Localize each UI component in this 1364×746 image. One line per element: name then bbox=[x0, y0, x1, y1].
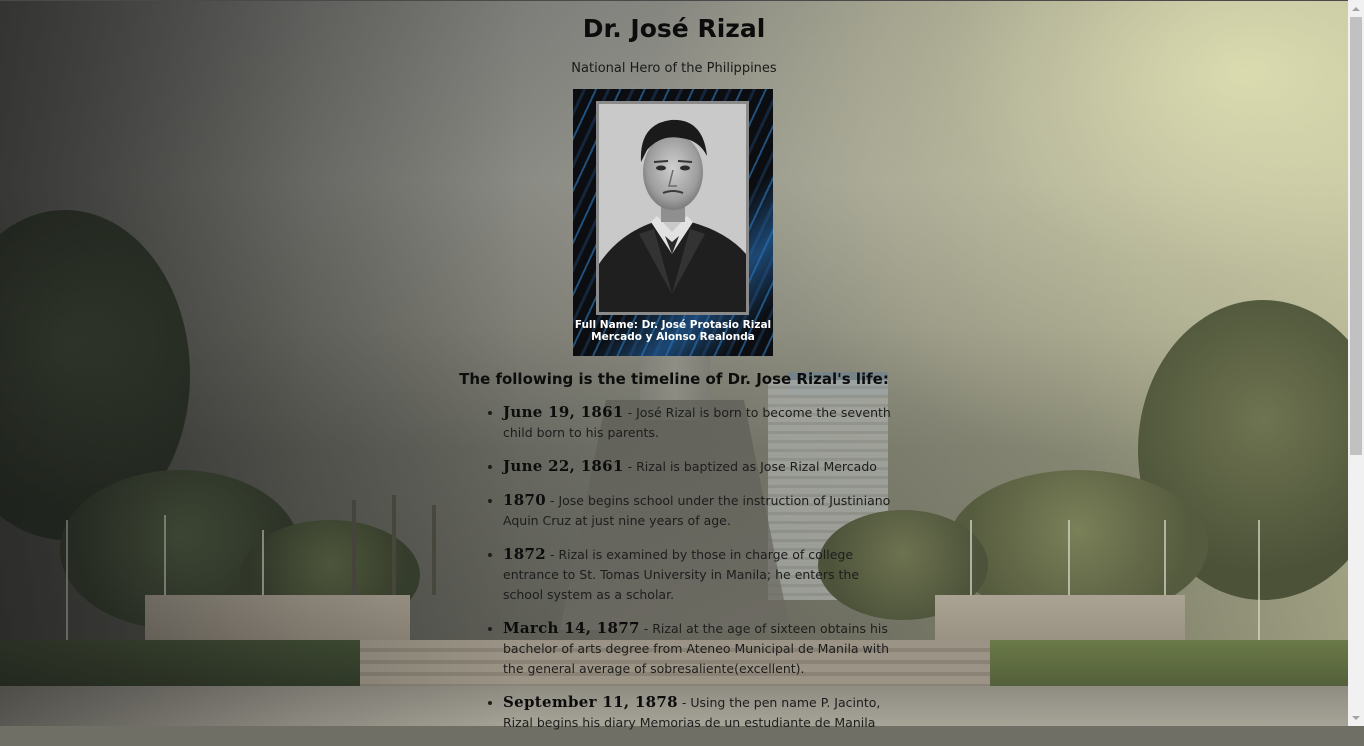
timeline-item: September 11, 1878 - Using the pen name … bbox=[503, 692, 899, 733]
timeline-separator: - bbox=[549, 493, 555, 508]
timeline-date: June 19, 1861 bbox=[503, 403, 624, 421]
portrait-card: Full Name: Dr. José Protasio Rizal Merca… bbox=[573, 89, 773, 356]
timeline-item: 1872 - Rizal is examined by those in cha… bbox=[503, 544, 899, 605]
portrait-illustration bbox=[599, 104, 746, 312]
timeline-separator: - bbox=[549, 547, 555, 562]
timeline-date: 1870 bbox=[503, 491, 546, 509]
timeline-separator: - bbox=[643, 621, 649, 636]
timeline-date: June 22, 1861 bbox=[503, 457, 624, 475]
scroll-down-arrow-icon[interactable] bbox=[1348, 709, 1364, 726]
page-subtitle: National Hero of the Philippines bbox=[571, 61, 777, 76]
portrait-caption: Full Name: Dr. José Protasio Rizal Merca… bbox=[574, 319, 772, 343]
timeline-separator: - bbox=[681, 695, 687, 710]
timeline-date: March 14, 1877 bbox=[503, 619, 640, 637]
timeline-item: 1870 - Jose begins school under the inst… bbox=[503, 490, 899, 531]
scrollbar-thumb[interactable] bbox=[1350, 17, 1362, 455]
rizal-portrait-photo bbox=[599, 104, 746, 312]
timeline-text: Rizal is examined by those in charge of … bbox=[503, 547, 860, 602]
page-title: Dr. José Rizal bbox=[582, 14, 766, 43]
timeline-item: March 14, 1877 - Rizal at the age of six… bbox=[503, 618, 899, 679]
timeline-list: June 19, 1861 - José Rizal is born to be… bbox=[484, 402, 899, 746]
timeline-text: Rizal is baptized as Jose Rizal Mercado bbox=[636, 459, 877, 474]
portrait-frame bbox=[596, 101, 749, 315]
timeline-separator: - bbox=[627, 459, 633, 474]
timeline-heading: The following is the timeline of Dr. Jos… bbox=[459, 370, 889, 388]
vertical-scrollbar[interactable] bbox=[1348, 0, 1364, 726]
timeline-item: June 19, 1861 - José Rizal is born to be… bbox=[503, 402, 899, 443]
main-content: Dr. José Rizal National Hero of the Phil… bbox=[0, 0, 1348, 730]
timeline-item: June 22, 1861 - Rizal is baptized as Jos… bbox=[503, 456, 899, 477]
timeline-separator: - bbox=[627, 405, 633, 420]
timeline-date: 1872 bbox=[503, 545, 546, 563]
timeline-date: September 11, 1878 bbox=[503, 693, 678, 711]
timeline-text: Jose begins school under the instruction… bbox=[503, 493, 891, 528]
scroll-up-arrow-icon[interactable] bbox=[1348, 0, 1364, 17]
